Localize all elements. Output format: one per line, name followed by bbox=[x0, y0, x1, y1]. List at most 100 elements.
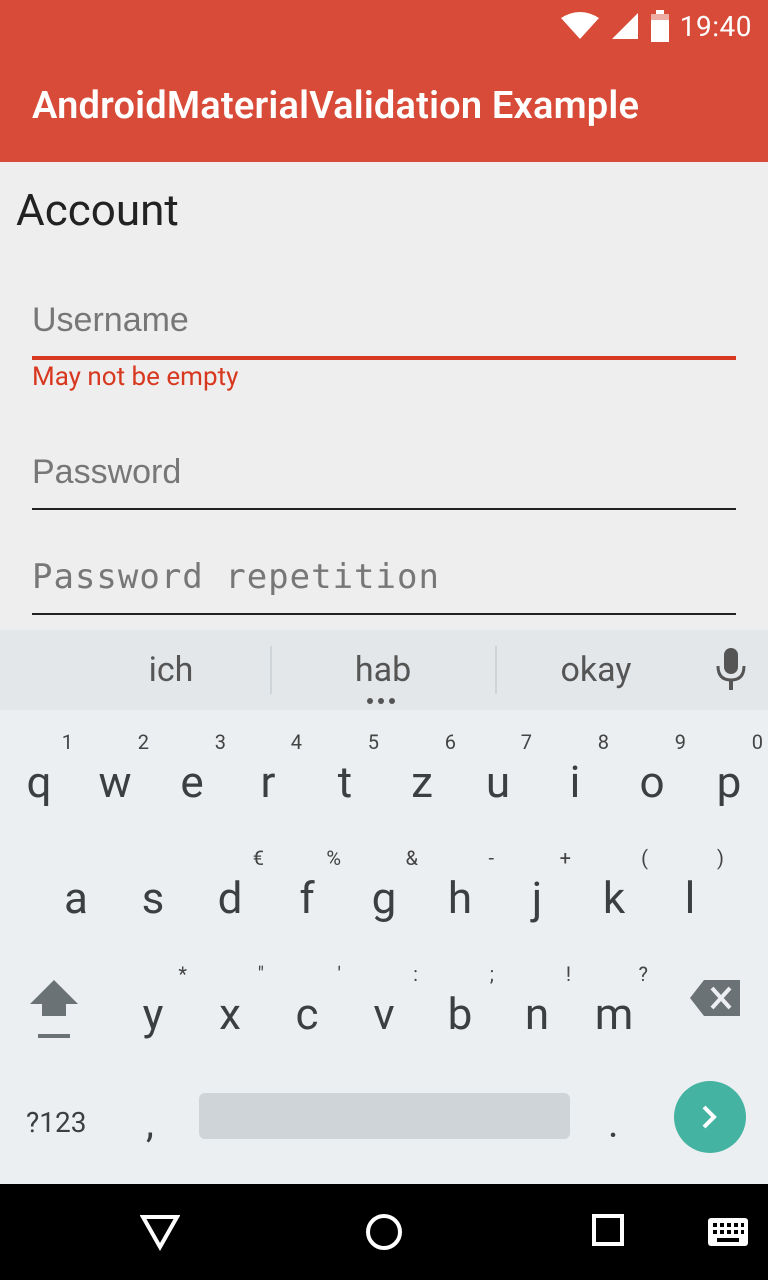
key-hint: : bbox=[413, 962, 418, 986]
key-label: a bbox=[64, 872, 88, 924]
key-label: q bbox=[26, 756, 52, 808]
key-c[interactable]: ' c bbox=[269, 954, 345, 1062]
wifi-icon bbox=[560, 12, 599, 39]
soft-keyboard: ich hab okay 1q 2w 3e 4r 5t 6z 7u 8i 9o … bbox=[0, 630, 768, 1184]
more-suggestions-icon[interactable] bbox=[367, 698, 395, 704]
key-z[interactable]: 6z bbox=[384, 722, 460, 830]
key-label: h bbox=[447, 872, 473, 924]
key-hint: + bbox=[559, 846, 571, 870]
shift-icon[interactable] bbox=[28, 978, 80, 1042]
key-o[interactable]: 9o bbox=[614, 722, 690, 830]
recents-square-icon[interactable] bbox=[592, 1212, 624, 1248]
username-error-text: May not be empty bbox=[32, 362, 239, 392]
password-input[interactable] bbox=[32, 450, 736, 494]
key-l[interactable]: ) l bbox=[652, 838, 728, 946]
page-title: AndroidMaterialValidation Example bbox=[32, 84, 640, 128]
password-repetition-field[interactable] bbox=[32, 555, 736, 615]
key-label: i bbox=[569, 756, 581, 808]
username-field[interactable] bbox=[32, 298, 736, 360]
suggestion-2[interactable]: hab bbox=[283, 650, 483, 690]
key-label: u bbox=[485, 756, 511, 808]
key-hint: 1 bbox=[61, 730, 73, 754]
key-x[interactable]: " x bbox=[192, 954, 268, 1062]
signal-icon bbox=[611, 13, 638, 39]
password-repetition-underline bbox=[32, 613, 736, 615]
next-action-button[interactable] bbox=[674, 1081, 746, 1153]
key-hint: ? bbox=[638, 962, 648, 986]
key-y[interactable]: * y bbox=[115, 954, 191, 1062]
microphone-icon[interactable] bbox=[716, 648, 746, 690]
key-hint: ' bbox=[337, 962, 342, 986]
key-p[interactable]: 0p bbox=[691, 722, 767, 830]
key-h[interactable]: -h bbox=[422, 838, 498, 946]
key-s[interactable]: s bbox=[115, 838, 191, 946]
key-label: f bbox=[299, 872, 315, 924]
period-key[interactable]: . bbox=[608, 1100, 619, 1147]
key-hint: 3 bbox=[214, 730, 226, 754]
navigation-bar bbox=[0, 1184, 768, 1280]
key-w[interactable]: 2w bbox=[77, 722, 153, 830]
status-time: 19:40 bbox=[679, 9, 752, 43]
key-label: o bbox=[639, 756, 665, 808]
key-hint: € bbox=[252, 846, 264, 870]
key-hint: 7 bbox=[520, 730, 532, 754]
key-m[interactable]: ? m bbox=[576, 954, 652, 1062]
key-hint: % bbox=[326, 846, 341, 870]
key-r[interactable]: 4r bbox=[230, 722, 306, 830]
key-u[interactable]: 7u bbox=[460, 722, 536, 830]
section-title: Account bbox=[16, 184, 179, 236]
suggestion-3[interactable]: okay bbox=[496, 650, 696, 690]
symbols-key[interactable]: ?123 bbox=[26, 1106, 86, 1139]
comma-key[interactable]: , bbox=[146, 1100, 154, 1147]
key-v[interactable]: :v bbox=[346, 954, 422, 1062]
key-hint: 2 bbox=[137, 730, 149, 754]
key-hint: " bbox=[257, 962, 264, 986]
key-hint: 9 bbox=[674, 730, 686, 754]
key-hint: * bbox=[178, 962, 187, 986]
key-q[interactable]: 1q bbox=[1, 722, 77, 830]
key-hint: - bbox=[488, 846, 494, 870]
home-circle-icon[interactable] bbox=[364, 1212, 404, 1252]
keyboard-icon[interactable] bbox=[708, 1218, 748, 1246]
key-label: c bbox=[295, 988, 319, 1040]
username-input[interactable] bbox=[32, 298, 736, 342]
key-label: p bbox=[716, 756, 742, 808]
key-i[interactable]: 8i bbox=[537, 722, 613, 830]
key-b[interactable]: ; b bbox=[422, 954, 498, 1062]
key-label: w bbox=[98, 756, 132, 808]
backspace-icon[interactable] bbox=[690, 980, 740, 1016]
key-hint: ! bbox=[565, 962, 571, 986]
password-underline bbox=[32, 508, 736, 510]
key-label: n bbox=[524, 988, 550, 1040]
key-g[interactable]: & g bbox=[346, 838, 422, 946]
key-f[interactable]: % f bbox=[269, 838, 345, 946]
suggestion-1[interactable]: ich bbox=[71, 650, 271, 690]
key-label: x bbox=[219, 988, 241, 1040]
key-hint: 8 bbox=[597, 730, 609, 754]
key-label: t bbox=[337, 756, 353, 808]
key-hint: 6 bbox=[444, 730, 456, 754]
back-triangle-icon[interactable] bbox=[140, 1212, 180, 1252]
key-d[interactable]: € d bbox=[192, 838, 268, 946]
key-hint: 5 bbox=[367, 730, 379, 754]
key-n[interactable]: ! n bbox=[499, 954, 575, 1062]
password-repetition-input[interactable] bbox=[32, 555, 736, 599]
key-j[interactable]: + j bbox=[499, 838, 575, 946]
key-label: l bbox=[684, 872, 696, 924]
key-hint: 0 bbox=[751, 730, 763, 754]
password-field[interactable] bbox=[32, 450, 736, 510]
key-hint: ( bbox=[641, 846, 648, 870]
battery-icon bbox=[650, 10, 669, 42]
chevron-right-icon bbox=[702, 1105, 717, 1129]
key-hint: 4 bbox=[290, 730, 302, 754]
suggestion-divider bbox=[270, 646, 272, 694]
key-a[interactable]: a bbox=[38, 838, 114, 946]
suggestion-strip: ich hab okay bbox=[0, 630, 768, 710]
space-bar[interactable] bbox=[199, 1093, 570, 1139]
key-k[interactable]: (k bbox=[576, 838, 652, 946]
key-label: z bbox=[411, 756, 433, 808]
key-hint: ; bbox=[489, 962, 494, 986]
key-e[interactable]: 3e bbox=[154, 722, 230, 830]
key-label: g bbox=[371, 872, 397, 924]
key-t[interactable]: 5t bbox=[307, 722, 383, 830]
